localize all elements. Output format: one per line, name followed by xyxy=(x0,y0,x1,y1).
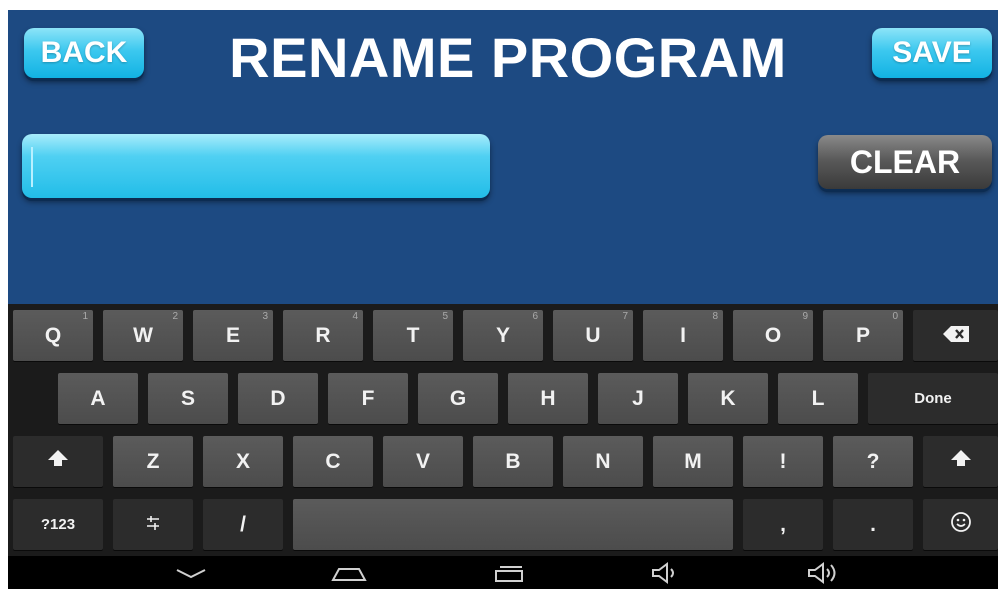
recent-apps-icon[interactable] xyxy=(484,556,534,589)
hide-keyboard-icon[interactable] xyxy=(166,556,216,589)
space-bar[interactable] xyxy=(293,499,733,550)
page-title: RENAME PROGRAM xyxy=(229,26,787,89)
key-slash[interactable]: / xyxy=(203,499,283,550)
settings-icon xyxy=(145,513,161,537)
backspace-icon xyxy=(942,324,969,348)
key-question[interactable]: ? xyxy=(833,436,913,487)
key-exclamation[interactable]: ! xyxy=(743,436,823,487)
emoji-key[interactable] xyxy=(923,499,998,550)
shift-icon xyxy=(950,449,972,475)
key-l[interactable]: L xyxy=(778,373,858,424)
key-t[interactable]: T5 xyxy=(373,310,453,361)
key-x[interactable]: X xyxy=(203,436,283,487)
key-s[interactable]: S xyxy=(148,373,228,424)
key-o[interactable]: O9 xyxy=(733,310,813,361)
save-button[interactable]: SAVE xyxy=(872,28,992,78)
key-i[interactable]: I8 xyxy=(643,310,723,361)
key-n[interactable]: N xyxy=(563,436,643,487)
volume-up-icon[interactable] xyxy=(798,556,848,589)
shift-icon xyxy=(47,449,69,475)
key-j[interactable]: J xyxy=(598,373,678,424)
key-y[interactable]: Y6 xyxy=(463,310,543,361)
home-icon[interactable] xyxy=(324,556,374,589)
key-b[interactable]: B xyxy=(473,436,553,487)
shift-key-left[interactable] xyxy=(13,436,103,487)
key-m[interactable]: M xyxy=(653,436,733,487)
program-name-input[interactable] xyxy=(22,134,490,198)
key-c[interactable]: C xyxy=(293,436,373,487)
volume-down-icon[interactable] xyxy=(640,556,690,589)
clear-button[interactable]: CLEAR xyxy=(818,135,992,189)
key-f[interactable]: F xyxy=(328,373,408,424)
done-key[interactable]: Done xyxy=(868,373,998,424)
key-w[interactable]: W2 xyxy=(103,310,183,361)
emoji-icon xyxy=(950,511,972,539)
key-v[interactable]: V xyxy=(383,436,463,487)
app-screen: BACK RENAME PROGRAM SAVE CLEAR Q1 W2 E3 … xyxy=(8,10,998,589)
key-d[interactable]: D xyxy=(238,373,318,424)
backspace-key[interactable] xyxy=(913,310,998,361)
key-e[interactable]: E3 xyxy=(193,310,273,361)
key-comma[interactable]: , xyxy=(743,499,823,550)
system-navigation-bar xyxy=(8,556,998,589)
shift-key-right[interactable] xyxy=(923,436,998,487)
key-k[interactable]: K xyxy=(688,373,768,424)
key-r[interactable]: R4 xyxy=(283,310,363,361)
settings-key[interactable] xyxy=(113,499,193,550)
key-a[interactable]: A xyxy=(58,373,138,424)
text-cursor xyxy=(31,147,33,187)
key-period[interactable]: . xyxy=(833,499,913,550)
key-u[interactable]: U7 xyxy=(553,310,633,361)
key-q[interactable]: Q1 xyxy=(13,310,93,361)
soft-keyboard: Q1 W2 E3 R4 T5 Y6 U7 I8 O9 P0 A S D F G … xyxy=(8,304,998,556)
key-z[interactable]: Z xyxy=(113,436,193,487)
key-p[interactable]: P0 xyxy=(823,310,903,361)
key-h[interactable]: H xyxy=(508,373,588,424)
symbols-key[interactable]: ?123 xyxy=(13,499,103,550)
back-button[interactable]: BACK xyxy=(24,28,144,78)
key-g[interactable]: G xyxy=(418,373,498,424)
